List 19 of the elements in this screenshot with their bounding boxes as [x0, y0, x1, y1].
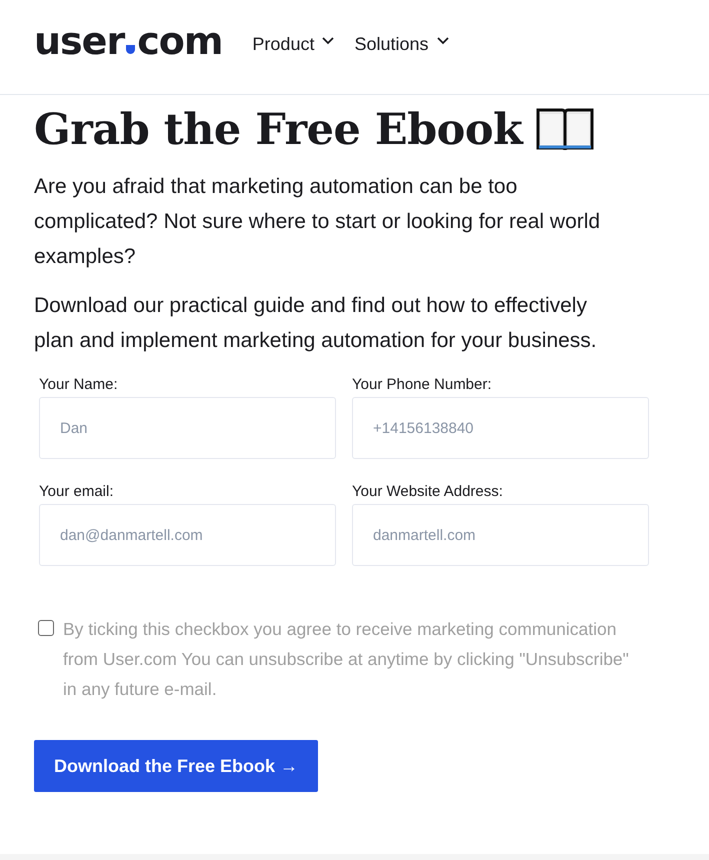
- input-field[interactable]: danmartell.com: [352, 504, 649, 566]
- logo[interactable]: user com: [34, 19, 222, 63]
- field-label: Your Website Address:: [352, 483, 504, 500]
- consent-checkbox[interactable]: [38, 620, 54, 636]
- nav-menu-item[interactable]: Product: [242, 34, 344, 54]
- chevron-icon: [436, 37, 449, 45]
- field-label: Your email:: [39, 483, 114, 500]
- input-field[interactable]: dan@danmartell.com: [39, 504, 336, 566]
- nav-menu-item[interactable]: Solutions: [344, 34, 459, 54]
- input-field[interactable]: Dan: [39, 397, 336, 459]
- download-button[interactable]: Download the Free Ebook →: [34, 740, 318, 792]
- page-title: Grab the Free Ebook: [34, 105, 522, 155]
- consent-text: By ticking this checkbox you agree to receive marketing communication from User.com You can unsubscribe at anytime by clicking "Unsubscribe" in any future e-mail.: [63, 618, 630, 701]
- intro-paragraph: Download our practical guide and find out how to effectively plan and implement marketing automation for your business.: [34, 293, 598, 354]
- intro-paragraph: Are you afraid that marketing automation can be too complicated? Not sure where to start or looking for real world examples?: [34, 174, 602, 270]
- chevron-icon: [322, 37, 334, 45]
- input-field[interactable]: +14156138840: [352, 397, 649, 459]
- field-label: Your Phone Number:: [352, 376, 493, 393]
- field-label: Your Name:: [39, 376, 119, 393]
